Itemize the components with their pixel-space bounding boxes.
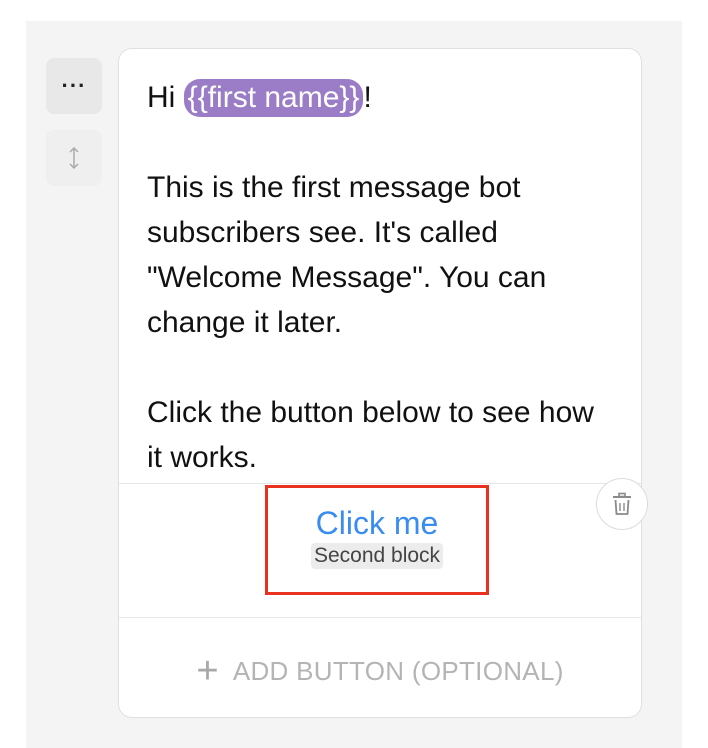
message-paragraph-1: This is the first message bot subscriber… [147, 171, 547, 339]
first-name-variable[interactable]: {{first name}} [183, 79, 364, 117]
delete-button[interactable] [596, 478, 648, 530]
button-title: Click me [315, 505, 439, 541]
message-card: Hi {{first name}}! This is the first mes… [118, 48, 642, 718]
button-divider-bottom [119, 617, 641, 618]
button-divider-top [119, 483, 641, 484]
trash-icon [613, 492, 631, 515]
message-text[interactable]: Hi {{first name}}! This is the first mes… [147, 75, 617, 480]
message-paragraph-2: Click the button below to see how it wor… [147, 396, 594, 474]
plus-icon: + [196, 650, 219, 692]
add-button[interactable]: + ADD BUTTON (OPTIONAL) [119, 649, 641, 693]
drag-vertical-icon [69, 146, 79, 170]
drag-handle-button[interactable] [46, 130, 102, 186]
greeting-line: Hi {{first name}}! [147, 75, 617, 120]
more-options-button[interactable]: ··· [46, 58, 102, 114]
greeting-prefix: Hi [147, 81, 184, 114]
greeting-suffix: ! [363, 81, 372, 114]
button-target-block: Second block [310, 543, 444, 569]
click-me-button[interactable]: Click me Second block [265, 485, 489, 595]
add-button-label: ADD BUTTON (OPTIONAL) [232, 655, 564, 686]
more-horizontal-icon: ··· [61, 73, 87, 98]
